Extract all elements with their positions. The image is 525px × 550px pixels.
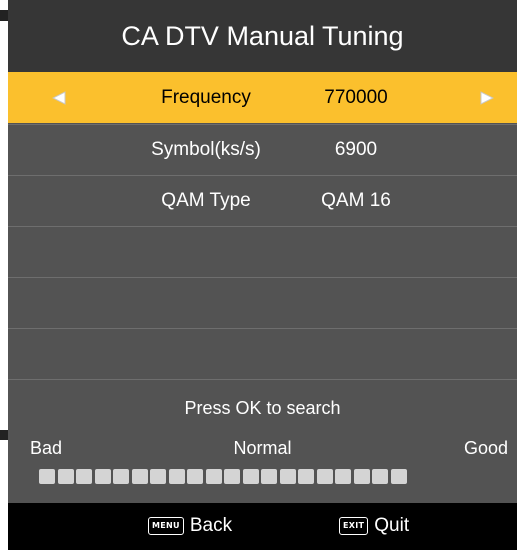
meter-segment — [187, 469, 203, 484]
footer-bar: MENU Back EXIT Quit — [8, 503, 517, 550]
qam-type-row[interactable]: QAM Type QAM 16 — [8, 175, 517, 226]
meter-segment — [316, 469, 333, 484]
back-hint[interactable]: MENU Back — [148, 515, 232, 537]
empty-row — [8, 277, 517, 328]
title-bar: CA DTV Manual Tuning — [8, 0, 517, 72]
symbol-rate-label: Symbol(ks/s) — [151, 139, 261, 160]
qam-type-label: QAM Type — [161, 190, 251, 211]
signal-quality-panel: Press OK to search Bad Normal Good — [8, 379, 517, 503]
menu-key-icon: MENU — [148, 517, 184, 535]
meter-segment — [279, 469, 296, 484]
meter-segment — [39, 469, 55, 484]
back-label: Back — [189, 515, 233, 536]
symbol-rate-row[interactable]: Symbol(ks/s) 6900 — [8, 124, 517, 175]
quality-normal-label: Normal — [233, 438, 292, 458]
meter-segment — [353, 469, 370, 484]
meter-segment — [335, 469, 351, 484]
empty-row — [8, 328, 517, 379]
triangle-right-icon[interactable] — [472, 72, 502, 123]
search-prompt: Press OK to search — [184, 398, 341, 418]
frequency-row[interactable]: Frequency 770000 — [8, 72, 517, 123]
quality-good-label: Good — [463, 438, 508, 458]
meter-segment — [205, 469, 222, 484]
meter-segment — [261, 469, 277, 484]
triangle-left-icon[interactable] — [44, 72, 74, 123]
left-edge-mark-bottom — [0, 430, 8, 440]
empty-row — [8, 226, 517, 277]
meter-segment — [57, 469, 74, 484]
menu-title: CA DTV Manual Tuning — [121, 20, 404, 51]
qam-type-value[interactable]: QAM 16 — [296, 176, 416, 226]
meter-segment — [224, 469, 240, 484]
meter-segment — [168, 469, 185, 484]
meter-segment — [113, 469, 129, 484]
meter-segment — [242, 469, 259, 484]
meter-segment — [298, 469, 314, 484]
meter-segment — [131, 469, 148, 484]
frequency-label: Frequency — [161, 86, 251, 108]
left-edge-mark-top — [0, 10, 8, 21]
meter-segment — [94, 469, 111, 484]
frequency-value[interactable]: 770000 — [296, 72, 416, 123]
meter-segment — [76, 469, 92, 484]
manual-tuning-menu: CA DTV Manual Tuning Frequency 770000 Sy… — [8, 0, 517, 550]
quit-hint[interactable]: EXIT Quit — [339, 515, 409, 537]
exit-key-icon: EXIT — [339, 517, 369, 535]
meter-segment — [372, 469, 388, 484]
meter-segment — [390, 469, 407, 484]
symbol-rate-value[interactable]: 6900 — [296, 125, 416, 175]
meter-segment — [150, 469, 166, 484]
quit-label: Quit — [374, 515, 410, 536]
signal-strength-meter — [39, 469, 409, 484]
